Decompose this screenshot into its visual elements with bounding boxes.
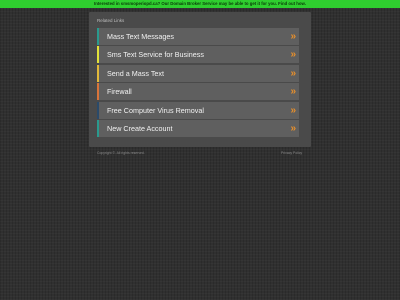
link-label: Sms Text Service for Business <box>107 50 204 60</box>
related-link-send-mass-text[interactable]: Send a Mass Text » <box>97 64 299 82</box>
link-accent-bar <box>97 64 99 82</box>
related-link-new-create-account[interactable]: New Create Account » <box>97 119 299 137</box>
link-label: Send a Mass Text <box>107 68 164 78</box>
domain-broker-banner[interactable]: Interested in smsmoperiopd.ca? Our Domai… <box>0 0 400 8</box>
double-chevron-right-icon: » <box>290 122 296 134</box>
double-chevron-right-icon: » <box>290 67 296 79</box>
related-link-virus-removal[interactable]: Free Computer Virus Removal » <box>97 101 299 119</box>
related-link-sms-text-service[interactable]: Sms Text Service for Business » <box>97 46 299 64</box>
related-links-list: Mass Text Messages » Sms Text Service fo… <box>97 28 299 138</box>
related-link-firewall[interactable]: Firewall » <box>97 83 299 101</box>
related-link-mass-text-messages[interactable]: Mass Text Messages » <box>97 28 299 45</box>
double-chevron-right-icon: » <box>290 104 296 116</box>
link-accent-bar <box>97 46 99 64</box>
link-label: Firewall <box>107 87 132 97</box>
link-label: New Create Account <box>107 123 173 133</box>
link-accent-bar <box>97 83 99 101</box>
double-chevron-right-icon: » <box>290 49 296 61</box>
double-chevron-right-icon: » <box>290 86 296 98</box>
related-links-panel: Related Links Mass Text Messages » Sms T… <box>89 12 311 147</box>
link-accent-bar <box>97 28 99 45</box>
link-label: Mass Text Messages <box>107 32 174 41</box>
double-chevron-right-icon: » <box>290 31 296 42</box>
link-accent-bar <box>97 101 99 119</box>
link-accent-bar <box>97 119 99 137</box>
privacy-policy-link[interactable]: Privacy Policy <box>281 151 302 155</box>
copyright-text: Copyright ©. All rights reserved. <box>97 151 145 155</box>
panel-title: Related Links <box>97 18 125 23</box>
link-label: Free Computer Virus Removal <box>107 105 204 115</box>
